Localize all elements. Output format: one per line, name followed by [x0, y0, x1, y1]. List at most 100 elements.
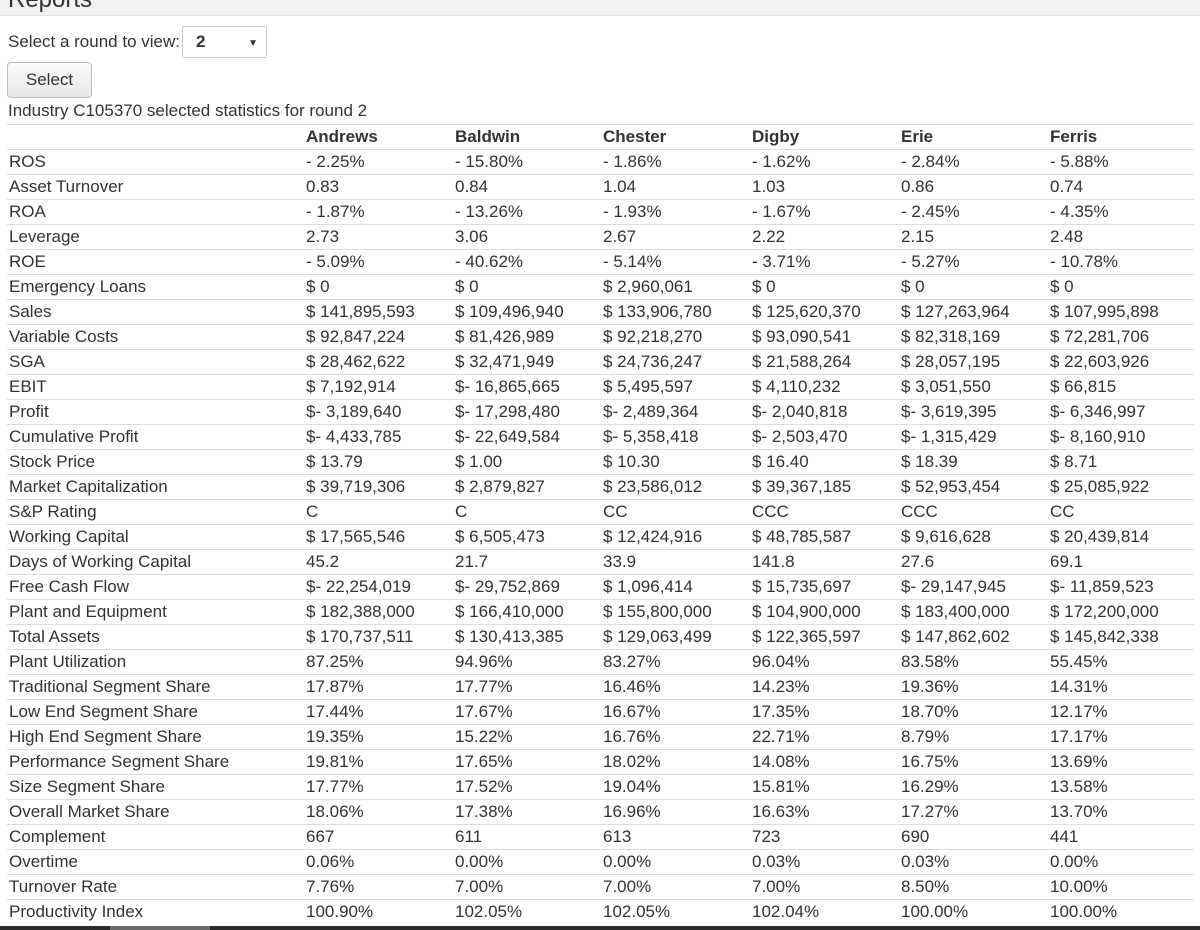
table-cell: 7.00%	[453, 874, 601, 900]
table-cell: 8.50%	[899, 874, 1048, 900]
scrollbar-thumb[interactable]	[110, 926, 210, 930]
table-cell: - 1.86%	[601, 149, 750, 175]
table-cell: $ 0	[750, 274, 899, 300]
table-row: Total Assets $ 170,737,511 $ 130,413,385 $ …	[7, 624, 1194, 650]
table-cell: $ 16.40	[750, 449, 899, 475]
table-row: Overtime 0.06% 0.00% 0.00% 0.03% 0.03% 0.00%	[7, 849, 1194, 875]
table-caption: Industry C105370 selected statistics for…	[8, 101, 368, 120]
table-row: EBIT $ 7,192,914 $- 16,865,665 $ 5,495,597 $…	[7, 374, 1194, 400]
table-cell: 16.29%	[899, 774, 1048, 800]
row-label: Market Capitalization	[7, 474, 304, 500]
table-cell: 2.73	[304, 224, 453, 250]
table-cell: 1.03	[750, 174, 899, 200]
table-row: Size Segment Share 17.77% 17.52% 19.04% 15.8…	[7, 774, 1194, 800]
table-cell: $ 81,426,989	[453, 324, 601, 350]
row-label: SGA	[7, 349, 304, 375]
round-selector-row: Select a round to view: 2 ▼	[8, 26, 267, 58]
table-cell: 16.46%	[601, 674, 750, 700]
row-label: Overall Market Share	[7, 799, 304, 825]
table-cell: $ 6,505,473	[453, 524, 601, 550]
row-label: Productivity Index	[7, 899, 304, 924]
table-cell: 0.84	[453, 174, 601, 200]
table-cell: 14.23%	[750, 674, 899, 700]
table-cell: $- 2,489,364	[601, 399, 750, 425]
table-row: Traditional Segment Share 17.87% 17.77% 16.…	[7, 674, 1194, 700]
round-select[interactable]: 2 ▼	[181, 26, 267, 58]
table-cell: 17.87%	[304, 674, 453, 700]
column-header-digby: Digby	[750, 124, 899, 150]
table-cell: $- 1,315,429	[899, 424, 1048, 450]
table-cell: $ 52,953,454	[899, 474, 1048, 500]
table-cell: $ 5,495,597	[601, 374, 750, 400]
row-label: Plant Utilization	[7, 649, 304, 675]
table-cell: 19.81%	[304, 749, 453, 775]
round-select-value: 2	[195, 32, 206, 51]
table-cell: $ 92,847,224	[304, 324, 453, 350]
table-cell: 17.17%	[1048, 724, 1194, 750]
table-cell: $ 28,057,195	[899, 349, 1048, 375]
table-cell: $ 22,603,926	[1048, 349, 1194, 375]
table-cell: 16.76%	[601, 724, 750, 750]
row-label: Overtime	[7, 849, 304, 875]
table-cell: 0.83	[304, 174, 453, 200]
table-cell: 0.86	[899, 174, 1048, 200]
table-cell: 102.04%	[750, 899, 899, 924]
table-cell: - 5.88%	[1048, 149, 1194, 175]
table-cell: $ 92,218,270	[601, 324, 750, 350]
table-cell: $- 8,160,910	[1048, 424, 1194, 450]
table-body: ROS - 2.25% - 15.80% - 1.86% - 1.62% - 2.84% -…	[7, 149, 1194, 924]
column-header-baldwin: Baldwin	[453, 124, 601, 150]
row-label: Free Cash Flow	[7, 574, 304, 600]
table-row: High End Segment Share 19.35% 15.22% 16.76%…	[7, 724, 1194, 750]
table-cell: $ 125,620,370	[750, 299, 899, 325]
table-cell: $ 122,365,597	[750, 624, 899, 650]
table-cell: 27.6	[899, 549, 1048, 575]
table-cell: $ 104,900,000	[750, 599, 899, 625]
table-cell: $ 166,410,000	[453, 599, 601, 625]
table-cell: 17.52%	[453, 774, 601, 800]
table-cell: $ 9,616,628	[899, 524, 1048, 550]
row-label: Complement	[7, 824, 304, 850]
table-cell: - 10.78%	[1048, 249, 1194, 275]
table-cell: 14.08%	[750, 749, 899, 775]
table-cell: $ 21,588,264	[750, 349, 899, 375]
table-cell: 16.63%	[750, 799, 899, 825]
table-cell: $ 0	[304, 274, 453, 300]
table-header-row: Andrews Baldwin Chester Digby Erie Ferri…	[7, 124, 1194, 150]
table-cell: - 5.14%	[601, 249, 750, 275]
table-cell: $ 93,090,541	[750, 324, 899, 350]
table-cell: 16.96%	[601, 799, 750, 825]
table-cell: 17.27%	[899, 799, 1048, 825]
table-cell: CCC	[899, 499, 1048, 525]
row-label: Sales	[7, 299, 304, 325]
table-cell: 0.06%	[304, 849, 453, 875]
row-label: Turnover Rate	[7, 874, 304, 900]
table-cell: $ 13.79	[304, 449, 453, 475]
horizontal-scrollbar[interactable]	[0, 926, 1200, 930]
table-cell: $ 133,906,780	[601, 299, 750, 325]
table-cell: - 2.45%	[899, 199, 1048, 225]
row-label: ROA	[7, 199, 304, 225]
table-cell: 102.05%	[453, 899, 601, 924]
table-row: Variable Costs $ 92,847,224 $ 81,426,989 $ …	[7, 324, 1194, 350]
table-cell: 83.27%	[601, 649, 750, 675]
select-button[interactable]: Select	[7, 62, 92, 98]
table-cell: $ 127,263,964	[899, 299, 1048, 325]
table-cell: 14.31%	[1048, 674, 1194, 700]
row-label: Performance Segment Share	[7, 749, 304, 775]
table-cell: - 4.35%	[1048, 199, 1194, 225]
table-cell: $ 25,085,922	[1048, 474, 1194, 500]
table-cell: 613	[601, 824, 750, 850]
table-cell: - 3.71%	[750, 249, 899, 275]
row-label: Stock Price	[7, 449, 304, 475]
table-cell: 1.04	[601, 174, 750, 200]
table-cell: CC	[1048, 499, 1194, 525]
table-cell: 13.58%	[1048, 774, 1194, 800]
table-cell: 2.48	[1048, 224, 1194, 250]
table-cell: 21.7	[453, 549, 601, 575]
row-label: Leverage	[7, 224, 304, 250]
table-cell: $ 12,424,916	[601, 524, 750, 550]
table-row: Profit $- 3,189,640 $- 17,298,480 $- 2,489,…	[7, 399, 1194, 425]
table-cell: $ 182,388,000	[304, 599, 453, 625]
table-row: ROS - 2.25% - 15.80% - 1.86% - 1.62% - 2.84% -…	[7, 149, 1194, 175]
